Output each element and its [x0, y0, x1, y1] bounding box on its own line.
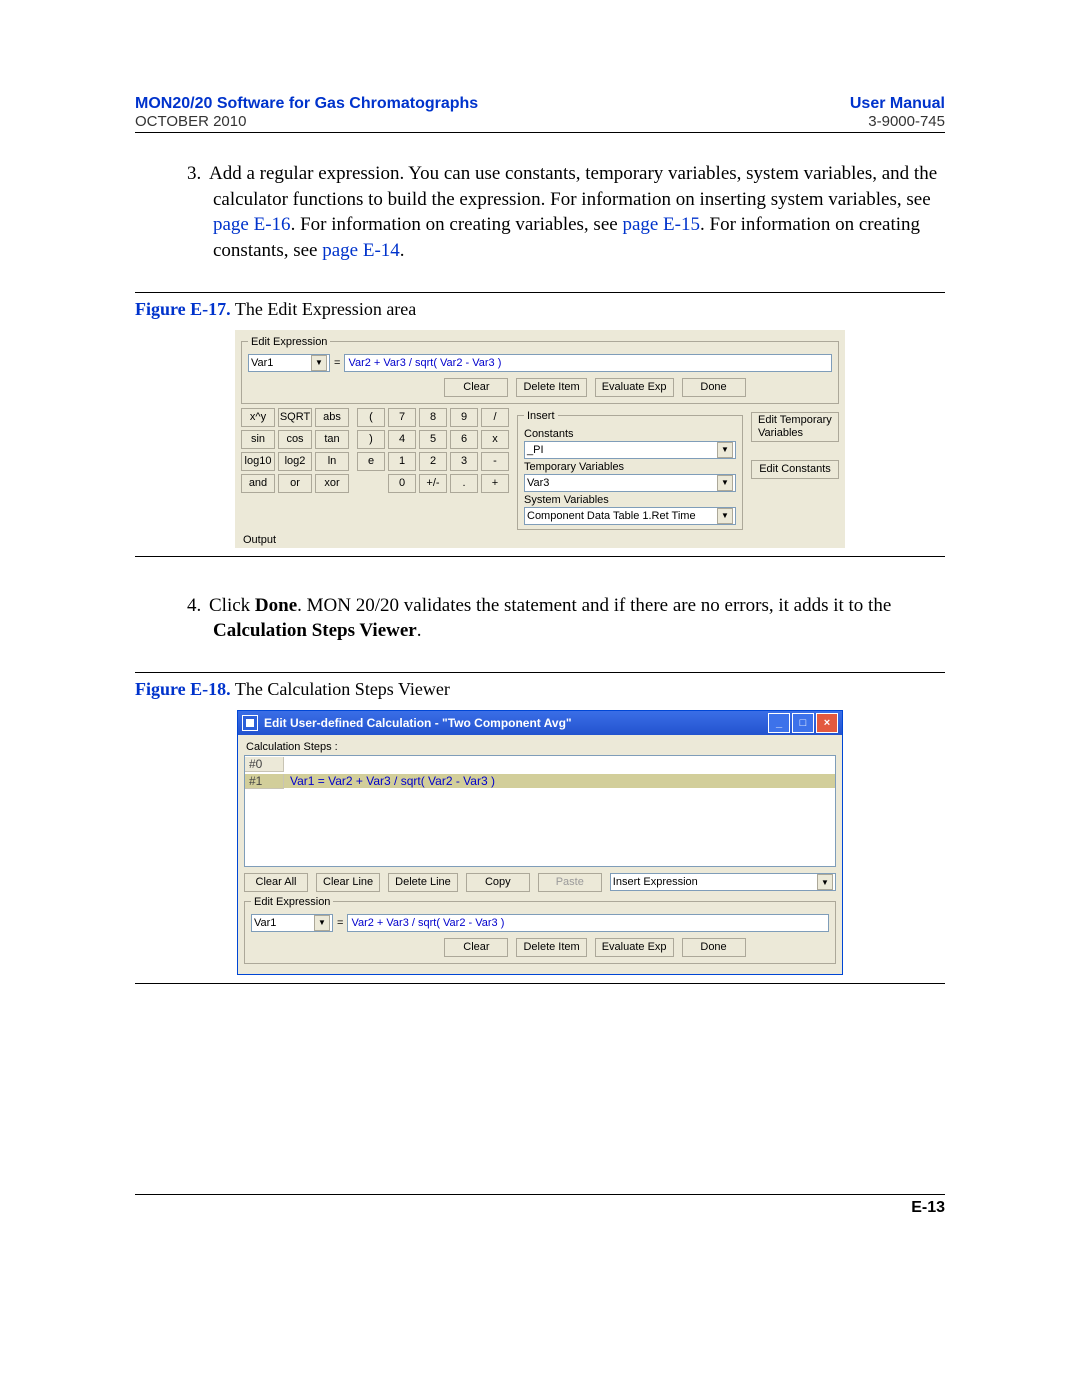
edit-expression-panel: Edit Expression Var1 ▼ = Var2 + Var3 / s… — [235, 330, 845, 548]
step-4-paragraph: 4.Click Done. MON 20/20 validates the st… — [213, 593, 945, 644]
pad-neg-button[interactable]: +/- — [419, 474, 447, 493]
sysvars-label: System Variables — [524, 494, 736, 506]
fn-ln-button[interactable]: ln — [315, 452, 349, 471]
fn-abs-button[interactable]: abs — [315, 408, 349, 427]
figure-e18-caption: Figure E-18. The Calculation Steps Viewe… — [135, 679, 945, 700]
output-group-label: Output — [243, 534, 839, 546]
sysvars-combo[interactable]: Component Data Table 1.Ret Time ▼ — [524, 507, 736, 525]
pad-lparen-button[interactable]: ( — [357, 408, 385, 427]
copy-button[interactable]: Copy — [466, 873, 530, 892]
calc-steps-label: Calculation Steps : — [246, 741, 836, 753]
equals-label-2: = — [337, 917, 343, 929]
fn-sin-button[interactable]: sin — [241, 430, 275, 449]
doc-title-right: User Manual — [850, 95, 945, 113]
evaluate-exp-button-2[interactable]: Evaluate Exp — [595, 938, 674, 957]
list-item[interactable]: #1 Var1 = Var2 + Var3 / sqrt( Var2 - Var… — [245, 773, 835, 790]
variable-combo[interactable]: Var1 ▼ — [248, 354, 330, 372]
link-page-e15[interactable]: page E-15 — [622, 214, 700, 235]
pad-e-button[interactable]: e — [357, 452, 385, 471]
equals-label: = — [334, 357, 340, 369]
dropdown-arrow-icon: ▼ — [717, 508, 733, 524]
figure-e17-caption: Figure E-17. The Edit Expression area — [135, 299, 945, 320]
window-titlebar[interactable]: Edit User-defined Calculation - "Two Com… — [238, 711, 842, 735]
pad-6-button[interactable]: 6 — [450, 430, 478, 449]
constants-combo[interactable]: _PI ▼ — [524, 441, 736, 459]
delete-line-button[interactable]: Delete Line — [388, 873, 458, 892]
edit-temp-variables-button[interactable]: Edit Temporary Variables — [751, 412, 839, 442]
function-button-grid: x^y SQRT abs sin cos tan log10 log2 ln a… — [241, 408, 349, 493]
fn-or-button[interactable]: or — [278, 474, 312, 493]
close-button[interactable]: × — [816, 713, 838, 733]
edit-constants-button[interactable]: Edit Constants — [751, 460, 839, 479]
dropdown-arrow-icon: ▼ — [717, 475, 733, 491]
pad-3-button[interactable]: 3 — [450, 452, 478, 471]
evaluate-exp-button[interactable]: Evaluate Exp — [595, 378, 674, 397]
clear-button[interactable]: Clear — [444, 378, 508, 397]
app-icon — [242, 715, 258, 731]
step-3-paragraph: 3.Add a regular expression. You can use … — [213, 161, 945, 264]
clear-button-2[interactable]: Clear — [444, 938, 508, 957]
clear-all-button[interactable]: Clear All — [244, 873, 308, 892]
pad-9-button[interactable]: 9 — [450, 408, 478, 427]
tempvars-combo[interactable]: Var3 ▼ — [524, 474, 736, 492]
insert-groupbox-legend: Insert — [524, 410, 558, 422]
dropdown-arrow-icon: ▼ — [311, 355, 327, 371]
calc-steps-list[interactable]: #0 #1 Var1 = Var2 + Var3 / sqrt( Var2 - … — [244, 755, 836, 867]
clear-line-button[interactable]: Clear Line — [316, 873, 380, 892]
pad-0-button[interactable]: 0 — [388, 474, 416, 493]
link-page-e14[interactable]: page E-14 — [322, 240, 400, 261]
tempvars-label: Temporary Variables — [524, 461, 736, 473]
done-button[interactable]: Done — [682, 378, 746, 397]
done-button-2[interactable]: Done — [682, 938, 746, 957]
variable-combo-2[interactable]: Var1 ▼ — [251, 914, 333, 932]
step-4-number: 4. — [187, 593, 209, 619]
pad-4-button[interactable]: 4 — [388, 430, 416, 449]
pad-plus-button[interactable]: + — [481, 474, 509, 493]
pad-5-button[interactable]: 5 — [419, 430, 447, 449]
paste-button: Paste — [538, 873, 602, 892]
minimize-button[interactable]: _ — [768, 713, 790, 733]
list-item[interactable]: #0 — [245, 756, 835, 773]
doc-title-left: MON20/20 Software for Gas Chromatographs — [135, 95, 478, 113]
fn-log2-button[interactable]: log2 — [278, 452, 312, 471]
delete-item-button-2[interactable]: Delete Item — [516, 938, 586, 957]
doc-date: OCTOBER 2010 — [135, 113, 246, 130]
edit-expression-groupbox-legend-2: Edit Expression — [251, 896, 333, 908]
insert-expression-combo[interactable]: Insert Expression ▼ — [610, 873, 836, 891]
fn-xor-button[interactable]: xor — [315, 474, 349, 493]
pad-minus-button[interactable]: - — [481, 452, 509, 471]
delete-item-button[interactable]: Delete Item — [516, 378, 586, 397]
dropdown-arrow-icon: ▼ — [817, 874, 833, 890]
fn-and-button[interactable]: and — [241, 474, 275, 493]
numpad-grid: ( 7 8 9 / ) 4 5 6 x e 1 2 3 - 0 +/- . + — [357, 408, 509, 493]
window-title: Edit User-defined Calculation - "Two Com… — [264, 716, 572, 730]
formula-input[interactable]: Var2 + Var3 / sqrt( Var2 - Var3 ) — [344, 354, 832, 372]
calculation-steps-window: Edit User-defined Calculation - "Two Com… — [237, 710, 843, 975]
link-page-e16[interactable]: page E-16 — [213, 214, 291, 235]
pad-8-button[interactable]: 8 — [419, 408, 447, 427]
fn-log10-button[interactable]: log10 — [241, 452, 275, 471]
doc-number: 3-9000-745 — [868, 113, 945, 130]
fn-sqrt-button[interactable]: SQRT — [278, 408, 312, 427]
pad-rparen-button[interactable]: ) — [357, 430, 385, 449]
pad-7-button[interactable]: 7 — [388, 408, 416, 427]
page-number: E-13 — [135, 1194, 945, 1217]
pad-dot-button[interactable]: . — [450, 474, 478, 493]
dropdown-arrow-icon: ▼ — [717, 442, 733, 458]
dropdown-arrow-icon: ▼ — [314, 915, 330, 931]
fn-xpow-button[interactable]: x^y — [241, 408, 275, 427]
pad-1-button[interactable]: 1 — [388, 452, 416, 471]
step-3-number: 3. — [187, 161, 209, 187]
pad-mul-button[interactable]: x — [481, 430, 509, 449]
edit-expression-groupbox-legend: Edit Expression — [248, 336, 330, 348]
fn-tan-button[interactable]: tan — [315, 430, 349, 449]
pad-div-button[interactable]: / — [481, 408, 509, 427]
formula-input-2[interactable]: Var2 + Var3 / sqrt( Var2 - Var3 ) — [347, 914, 829, 932]
constants-label: Constants — [524, 428, 736, 440]
fn-cos-button[interactable]: cos — [278, 430, 312, 449]
maximize-button[interactable]: □ — [792, 713, 814, 733]
pad-2-button[interactable]: 2 — [419, 452, 447, 471]
